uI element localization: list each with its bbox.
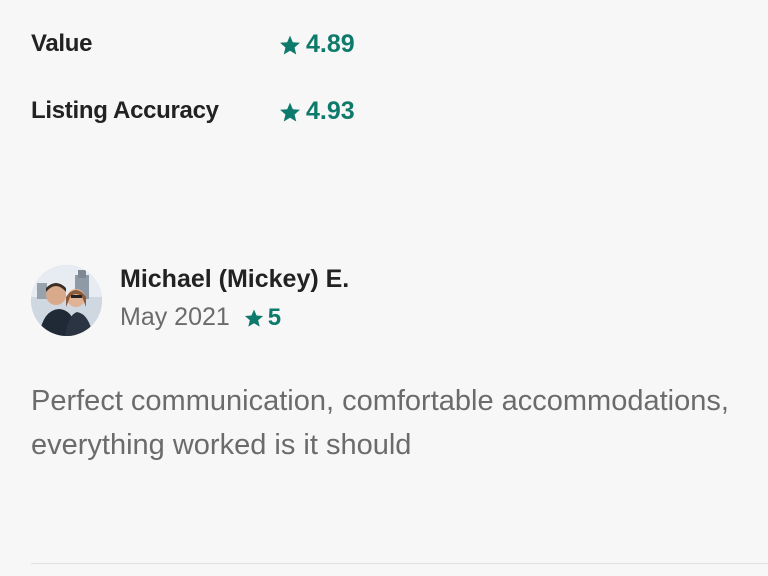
rating-label: Listing Accuracy [31,97,219,124]
review-date: May 2021 [120,303,230,331]
rating-value: 4.89 [306,30,355,58]
review-meta: May 2021 5 [120,303,281,332]
rating-row-listing-accuracy: Listing Accuracy 4.93 [31,93,431,133]
star-icon [279,34,301,56]
divider [31,563,768,564]
avatar[interactable] [31,265,102,336]
star-icon [279,101,301,123]
review-rating-value: 5 [267,303,282,331]
review-rating: 5 [244,304,281,332]
rating-score: 4.89 [279,30,355,59]
review-text: Perfect communication, comfortable accom… [31,385,729,461]
rating-score: 4.93 [279,97,355,126]
reviewer-name: Michael (Mickey) E. [120,265,350,293]
rating-value: 4.93 [306,97,355,125]
star-icon [244,308,264,328]
rating-label: Value [31,30,93,57]
rating-row-value: Value 4.89 [31,26,431,66]
